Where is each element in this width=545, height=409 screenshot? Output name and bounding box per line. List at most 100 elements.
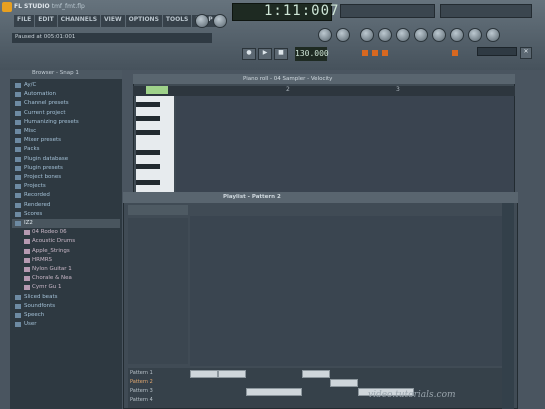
pattern-label[interactable]: Pattern 3 xyxy=(130,387,188,395)
help-icon[interactable] xyxy=(468,28,482,42)
browser-item[interactable]: Channel presets xyxy=(12,99,120,108)
black-key[interactable] xyxy=(136,180,160,185)
browser-item[interactable]: Speech xyxy=(12,311,120,320)
master-volume-knob[interactable] xyxy=(195,14,209,28)
menu-view[interactable]: VIEW xyxy=(101,15,125,27)
view-knob[interactable] xyxy=(336,28,350,42)
browser-item[interactable]: Recorded xyxy=(12,191,120,200)
menu-options[interactable]: OPTIONS xyxy=(125,15,162,27)
piano-roll-timeline[interactable] xyxy=(133,86,515,96)
browser-item[interactable]: Rendered xyxy=(12,201,120,210)
main-menu: FILE EDIT CHANNELS VIEW OPTIONS TOOLS HE… xyxy=(14,15,216,27)
playlist-toolbar[interactable] xyxy=(128,205,188,215)
browser-item[interactable]: Apple_Strings xyxy=(12,247,120,256)
channel-rack-icon[interactable] xyxy=(414,28,428,42)
browser-item[interactable]: Nylon Guitar 1 xyxy=(12,265,120,274)
browser-item[interactable]: Plugin database xyxy=(12,155,120,164)
browser-item-label: Apple_Strings xyxy=(32,247,70,254)
browser-item[interactable]: Project bones xyxy=(12,173,120,182)
playlist-scrollbar[interactable] xyxy=(502,203,514,409)
browser-item[interactable]: Acoustic Drums xyxy=(12,237,120,246)
browser-item-label: Recorded xyxy=(24,192,50,199)
browser-item[interactable]: Humanizing presets xyxy=(12,118,120,127)
pattern-label[interactable]: Pattern 2 xyxy=(130,378,188,386)
channel-icon xyxy=(24,239,30,245)
black-key[interactable] xyxy=(136,150,160,155)
snap-knob[interactable] xyxy=(318,28,332,42)
mixer-icon[interactable] xyxy=(360,28,374,42)
pattern-clip[interactable] xyxy=(218,370,246,378)
browser-item[interactable]: 04 Rodeo 06 xyxy=(12,228,120,237)
menu-channels[interactable]: CHANNELS xyxy=(57,15,101,27)
browser-item[interactable]: User xyxy=(12,320,120,329)
tempo-display[interactable]: 130.000 xyxy=(295,47,329,61)
master-pitch-knob[interactable] xyxy=(213,14,227,28)
snap-select[interactable] xyxy=(477,47,517,56)
snap-indicator[interactable] xyxy=(452,50,458,56)
browser-icon[interactable] xyxy=(432,28,446,42)
folder-icon xyxy=(15,202,21,208)
pattern-label[interactable]: Pattern 4 xyxy=(130,396,188,404)
menu-tools[interactable]: TOOLS xyxy=(162,15,192,27)
folder-icon xyxy=(15,165,21,171)
browser-item[interactable]: Chorale & Nea xyxy=(12,274,120,283)
pattern-clip[interactable] xyxy=(246,388,302,396)
folder-icon xyxy=(15,221,21,226)
black-key[interactable] xyxy=(136,102,160,107)
browser-item[interactable]: IZ2 xyxy=(12,219,120,228)
playlist-icon[interactable] xyxy=(378,28,392,42)
countdown-indicator[interactable] xyxy=(382,50,388,56)
browser-item[interactable]: Mixer presets xyxy=(12,136,120,145)
plugin-picker-icon[interactable] xyxy=(450,28,464,42)
playlist-title-bar[interactable]: Playlist - Pattern 2 xyxy=(123,192,518,203)
browser-item-label: Mixer presets xyxy=(24,137,62,144)
pr-tool-highlight[interactable] xyxy=(146,86,168,94)
browser-item[interactable]: Scores xyxy=(12,210,120,219)
folder-icon xyxy=(15,147,21,153)
play-button[interactable]: ▶ xyxy=(258,48,272,60)
channel-icon xyxy=(24,276,30,282)
window-close-icon[interactable]: ✕ xyxy=(520,47,532,59)
stop-button[interactable]: ■ xyxy=(274,48,288,60)
pattern-clip[interactable] xyxy=(330,379,358,387)
browser-item[interactable]: Ay/C xyxy=(12,81,120,90)
black-key[interactable] xyxy=(136,130,160,135)
browser-item-label: Channel presets xyxy=(24,100,69,107)
browser-item-label: Speech xyxy=(24,312,45,318)
record-button[interactable]: ● xyxy=(242,48,256,60)
metronome-indicator[interactable] xyxy=(372,50,378,56)
black-key[interactable] xyxy=(136,164,160,169)
piano-roll-grid[interactable] xyxy=(176,96,514,194)
browser-item[interactable]: Projects xyxy=(12,182,120,191)
settings-icon[interactable] xyxy=(486,28,500,42)
browser-item[interactable]: Plugin presets xyxy=(12,164,120,173)
piano-roll-icon[interactable] xyxy=(396,28,410,42)
folder-icon xyxy=(15,119,21,125)
black-key[interactable] xyxy=(136,116,160,121)
pr-bar-2: 2 xyxy=(286,86,290,93)
channel-icon xyxy=(24,230,30,236)
browser-item[interactable]: Soundfonts xyxy=(12,302,120,311)
fl-logo-icon xyxy=(2,2,12,12)
browser-item[interactable]: Sliced beats xyxy=(12,293,120,302)
browser-item[interactable]: Misc xyxy=(12,127,120,136)
pattern-clip[interactable] xyxy=(190,370,218,378)
browser-item-label: IZ2 xyxy=(24,220,33,226)
pattern-clip[interactable] xyxy=(302,370,330,378)
browser-item[interactable]: Automation xyxy=(12,90,120,99)
pattern-label[interactable]: Pattern 1 xyxy=(130,369,188,377)
browser-item[interactable]: HRMRS xyxy=(12,256,120,265)
browser-item-label: Project bones xyxy=(24,174,62,180)
piano-keyboard[interactable] xyxy=(136,96,174,194)
browser-item[interactable]: Current project xyxy=(12,109,120,118)
browser-item-label: Automation xyxy=(24,91,57,98)
menu-file[interactable]: FILE xyxy=(14,15,35,27)
browser-item[interactable]: Cymr Gu 1 xyxy=(12,283,120,292)
piano-roll-title[interactable]: Piano roll - 04 Sampler - Velocity xyxy=(133,74,515,84)
playlist-grid[interactable] xyxy=(190,216,502,366)
browser-item-label: HRMRS xyxy=(32,256,53,263)
browser-item[interactable]: Packs xyxy=(12,145,120,154)
menu-edit[interactable]: EDIT xyxy=(35,15,57,27)
record-mode-indicator[interactable] xyxy=(362,50,368,56)
channel-icon xyxy=(24,257,30,263)
